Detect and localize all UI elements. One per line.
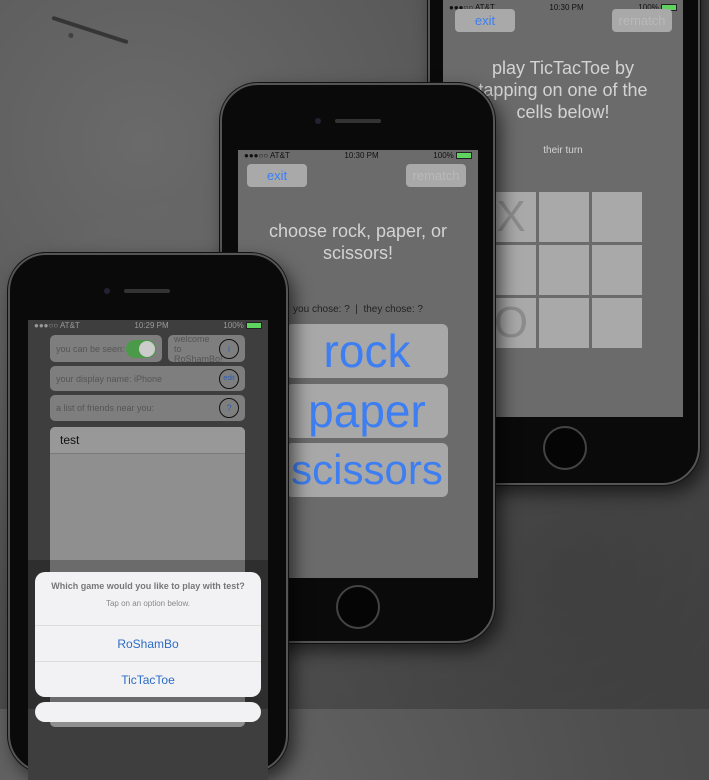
speaker xyxy=(335,119,381,123)
camera xyxy=(315,118,321,124)
option-tictactoe[interactable]: TicTacToe xyxy=(35,661,261,697)
friend-item[interactable]: test xyxy=(50,427,245,454)
status-bar: ●●●○○ AT&T 10:30 PM 100% xyxy=(238,150,478,162)
paper-button[interactable]: paper xyxy=(286,384,448,438)
game-choice-alert: Which game would you like to play with t… xyxy=(35,572,261,697)
display-name-row: your display name: iPhone edit xyxy=(50,366,245,391)
speaker xyxy=(124,289,170,293)
alert-message: Tap on an option below. xyxy=(105,599,191,608)
tictactoe-title: play TicTacToe by tapping on one of the … xyxy=(478,58,648,122)
welcome-row: welcome to RoShamBo! i xyxy=(168,334,245,364)
rps-title: choose rock, paper, or scissors! xyxy=(268,221,448,263)
exit-button[interactable]: exit xyxy=(247,164,307,187)
board-cell[interactable] xyxy=(592,192,642,242)
rock-button[interactable]: rock xyxy=(286,324,448,378)
option-roshambo[interactable]: RoShamBo xyxy=(35,625,261,661)
exit-button[interactable]: exit xyxy=(455,9,515,32)
visibility-toggle[interactable] xyxy=(126,339,156,358)
board-cell[interactable] xyxy=(592,245,642,295)
board-cell[interactable] xyxy=(539,298,589,348)
time: 10:30 PM xyxy=(549,3,584,12)
board-cell[interactable] xyxy=(592,298,642,348)
scissors-button[interactable]: scissors xyxy=(286,443,448,497)
board-cell[interactable] xyxy=(539,245,589,295)
visibility-row: you can be seen: xyxy=(50,335,162,362)
cancel-card[interactable] xyxy=(35,702,261,722)
alert-title: Which game would you like to play with t… xyxy=(51,581,245,591)
home-button[interactable] xyxy=(336,585,380,629)
friends-header: a list of friends near you:? xyxy=(50,395,245,421)
home-button[interactable] xyxy=(543,426,587,470)
info-icon[interactable]: i xyxy=(219,338,239,359)
status-bar: ●●●○○ AT&T 10:29 PM 100% xyxy=(28,320,268,332)
board-cell[interactable] xyxy=(539,192,589,242)
rematch-button[interactable]: rematch xyxy=(406,164,466,187)
board: XO xyxy=(486,192,646,352)
help-icon[interactable]: ? xyxy=(219,398,239,418)
edit-button[interactable]: edit xyxy=(219,368,239,389)
camera xyxy=(104,288,110,294)
rematch-button[interactable]: rematch xyxy=(612,9,672,32)
